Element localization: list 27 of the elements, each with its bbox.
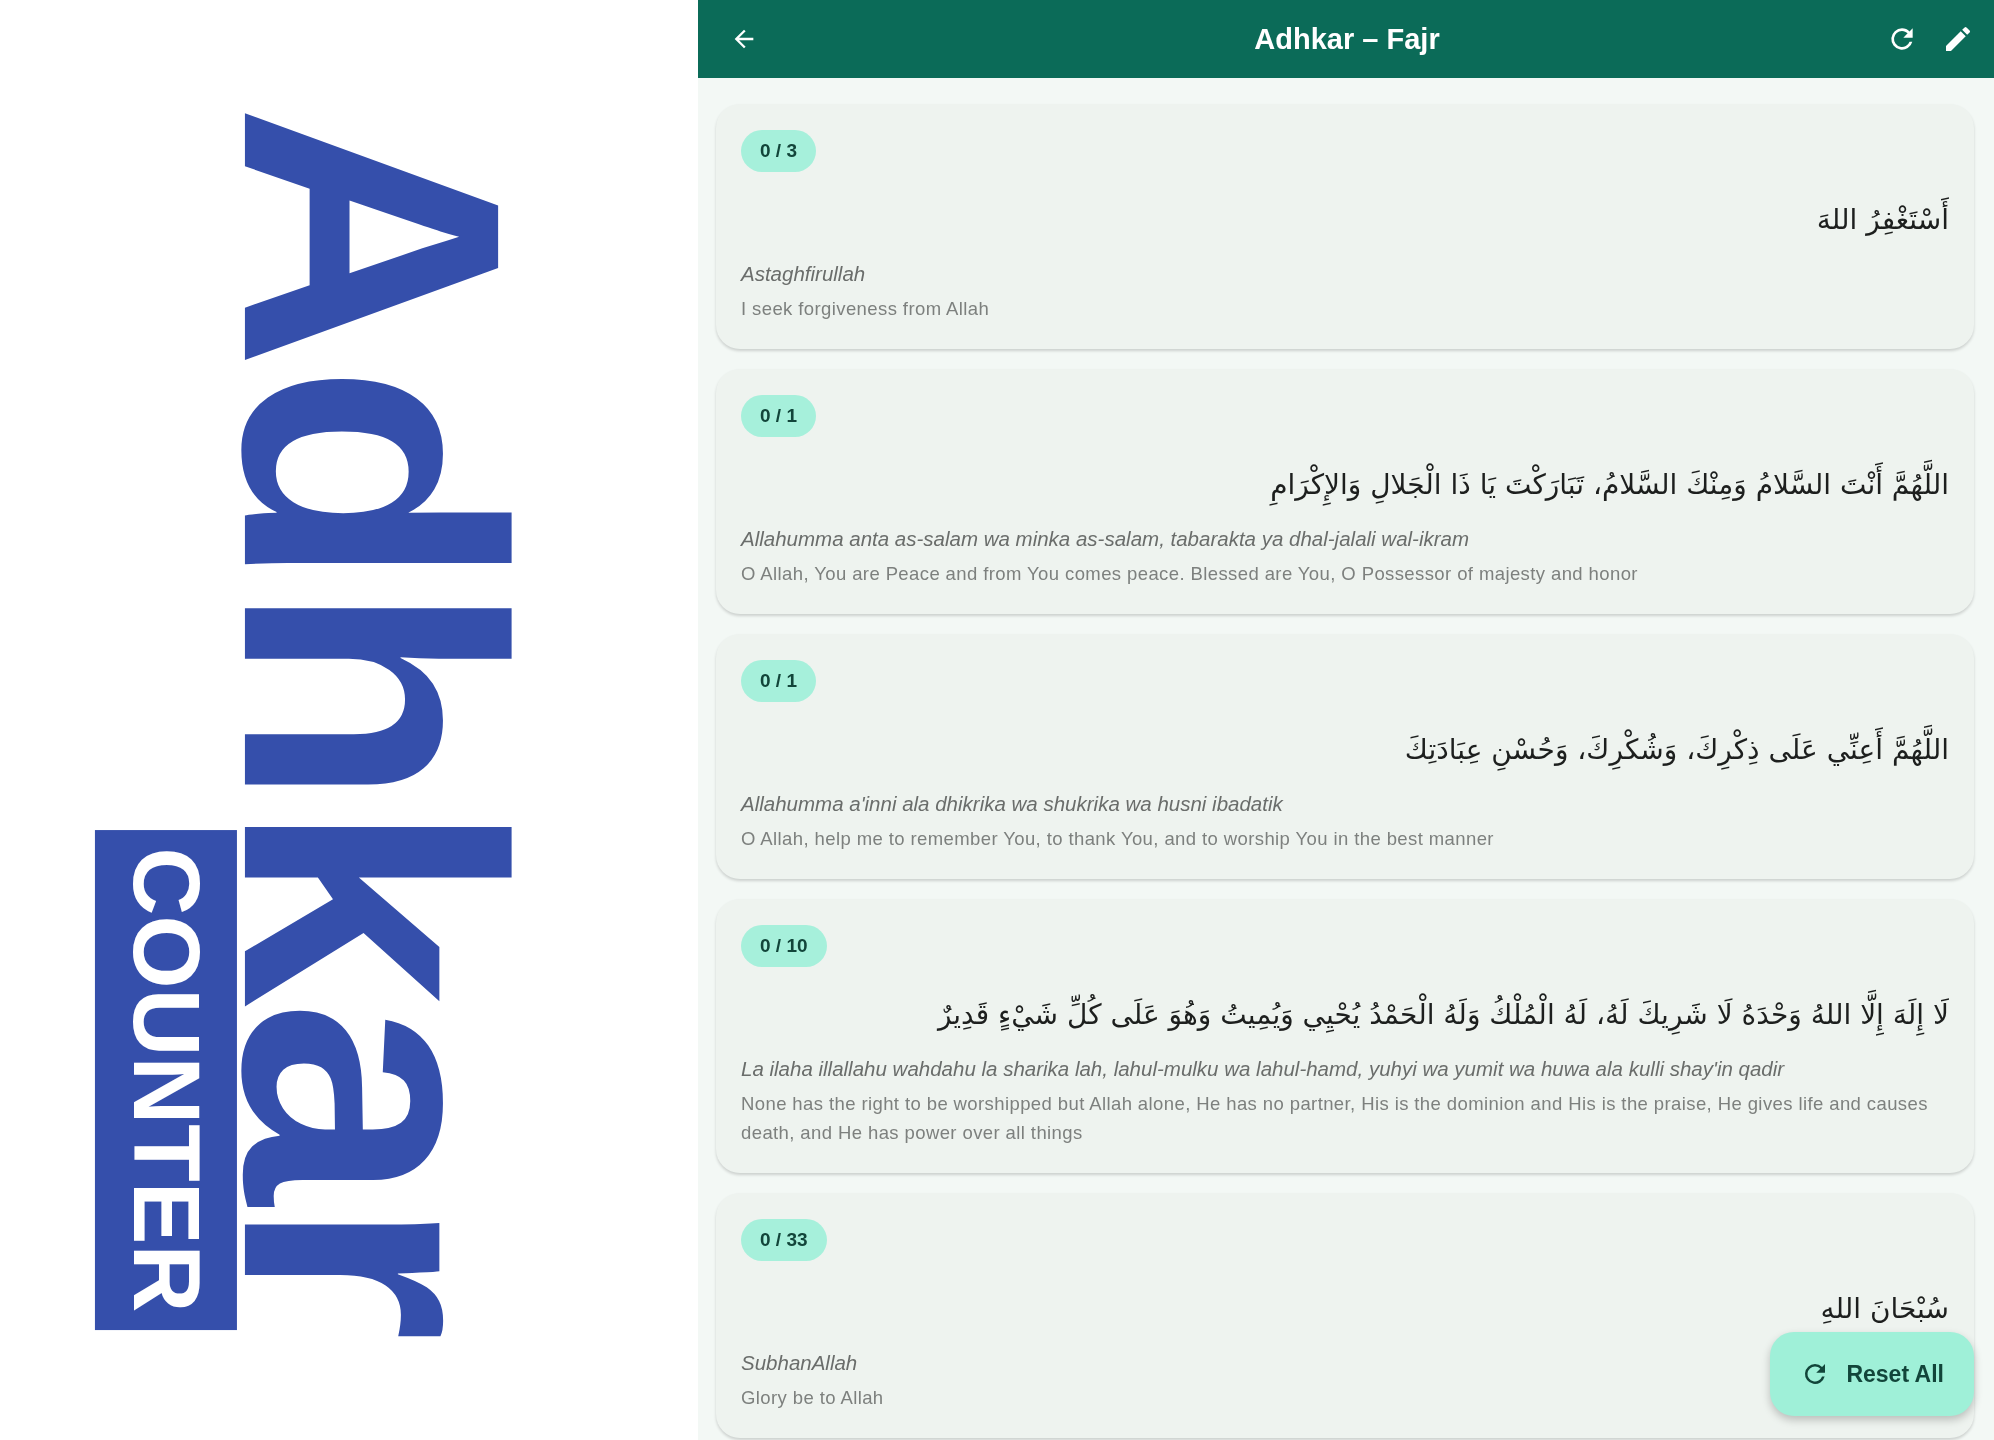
dhikr-card[interactable] — [716, 634, 1974, 879]
arabic-text: اللَّهُمَّ أَنْتَ السَّلامُ وَمِنْكَ السَّلامُ، تَبَارَكْتَ يَا ذَا الْجَلالِ وَالإِكْرَامِ — [1264, 453, 1955, 517]
screen-title: Adhkar – Fajr — [1253, 22, 1441, 56]
arabic-text: أَسْتَغْفِرُ اللهَ — [1810, 188, 1955, 252]
transliteration-text: Allahumma anta as-salam wa minka as-salam, tabarakta ya dhal-jalali wal-ikram — [741, 527, 1470, 550]
count-badge: 0 / 3 — [741, 130, 816, 172]
logo-subtitle: COUNTER — [95, 829, 237, 1330]
translation-text: I seek forgiveness from Allah — [741, 298, 990, 319]
logo-title: Adhkar — [237, 104, 513, 1336]
transliteration-text: Astaghfirullah — [741, 262, 866, 285]
arabic-text: اللَّهُمَّ أَعِنِّي عَلَى ذِكْرِكَ، وَشُكْرِكَ، وَحُسْنِ عِبَادَتِكَ — [1398, 718, 1955, 782]
arabic-text: سُبْحَانَ اللهِ — [1819, 1291, 1950, 1327]
transliteration-text: SubhanAllah — [741, 1351, 858, 1374]
translation-text: None has the right to be worshipped but Allah alone, He has no partner, His is the dominion and His is the praise, He gives life and causes death, and He has power over all things — [741, 1093, 1928, 1143]
dhikr-card[interactable] — [716, 369, 1974, 614]
arabic-text: لَا إِلَهَ إِلَّا اللهُ وَحْدَهُ لَا شَرِيكَ لَهُ، لَهُ الْمُلْكُ وَلَهُ الْحَمْدُ يُحْيِي وَيُمِيتُ وَهُوَ عَلَى كُلِّ شَيْءٍ قَدِيرٌ — [931, 983, 1955, 1047]
count-badge: 0 / 1 — [741, 395, 816, 437]
translation-text: O Allah, help me to remember You, to thank You, and to worship You in the best manner — [741, 828, 1494, 849]
count-badge: 0 / 1 — [741, 660, 816, 702]
reset-all-button[interactable]: Reset All — [1770, 1332, 1974, 1416]
transliteration-text: La ilaha illallahu wahdahu la sharika lah, lahul-mulku wa lahul-hamd, yuhyi wa yumit wa huwa ala kulli shay'in qadir — [741, 1057, 1785, 1080]
count-badge: 0 / 33 — [741, 1219, 827, 1261]
dhikr-card[interactable] — [716, 899, 1974, 1173]
translation-text: O Allah, You are Peace and from You comes peace. Blessed are You, O Possessor of majesty and honor — [741, 563, 1638, 584]
translation-text: Glory be to Allah — [741, 1387, 884, 1408]
transliteration-text: Allahumma a'inni ala dhikrika wa shukrika wa husni ibadatik — [741, 792, 1283, 815]
count-badge: 0 / 10 — [741, 925, 827, 967]
